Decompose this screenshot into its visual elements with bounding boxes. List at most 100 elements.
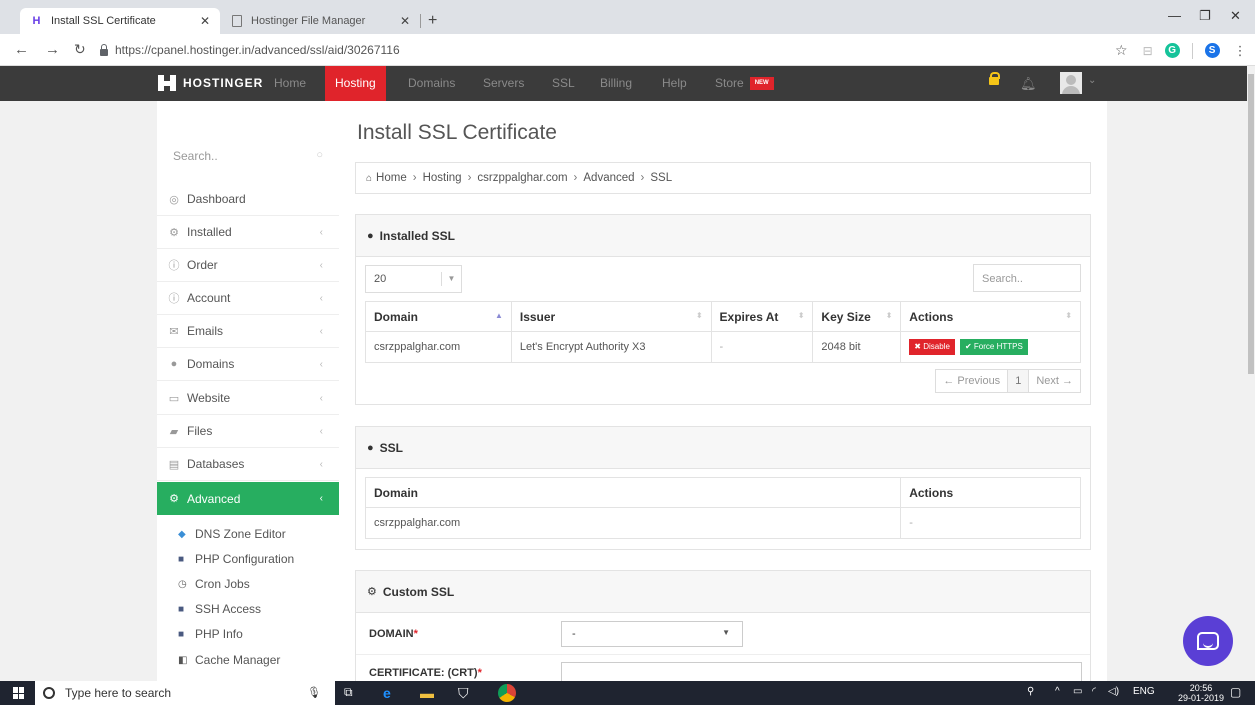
sidebar-item-website[interactable]: ▭ Website ‹ bbox=[157, 382, 339, 415]
edge-browser-icon[interactable]: e bbox=[383, 685, 391, 701]
scrollbar-thumb[interactable] bbox=[1248, 74, 1254, 374]
sidebar-subitem-cache-manager[interactable]: ◧ Cache Manager bbox=[178, 650, 280, 670]
network-icon[interactable]: ◜ bbox=[1092, 686, 1096, 697]
nav-store[interactable]: Store NEW bbox=[715, 66, 774, 101]
bookmark-star-icon[interactable]: ☆ bbox=[1115, 42, 1128, 59]
new-tab-button[interactable]: + bbox=[428, 12, 437, 30]
monitor-icon: ▭ bbox=[168, 392, 180, 405]
sidebar-item-account[interactable]: ⓘ Account ‹ bbox=[157, 282, 339, 315]
disable-button[interactable]: ✖ Disable bbox=[909, 339, 955, 355]
nav-help[interactable]: Help bbox=[662, 66, 687, 101]
column-header-key-size[interactable]: Key Size ⬍ bbox=[812, 301, 902, 332]
cell-actions: - bbox=[900, 507, 1081, 539]
breadcrumb-ssl: SSL bbox=[650, 172, 673, 184]
chevron-down-icon[interactable]: ⌄ bbox=[1088, 75, 1096, 86]
breadcrumb-home[interactable]: Home bbox=[376, 172, 407, 184]
taskbar-search-input[interactable]: Type here to search 🎙︎ bbox=[35, 681, 335, 705]
nav-ssl[interactable]: SSL bbox=[552, 66, 575, 101]
tray-chevron-up-icon[interactable]: ^ bbox=[1055, 686, 1060, 697]
extension-icon[interactable]: ⊟ bbox=[1143, 44, 1153, 58]
bell-icon[interactable]: 🔔︎ bbox=[1020, 76, 1037, 92]
address-bar: ← → ↻ https://cpanel.hostinger.in/advanc… bbox=[0, 34, 1255, 66]
nav-hosting[interactable]: Hosting bbox=[325, 66, 386, 107]
sidebar-item-emails[interactable]: ✉ Emails ‹ bbox=[157, 315, 339, 348]
people-icon[interactable]: ⚲ bbox=[1027, 686, 1034, 697]
chevron-left-icon: ‹ bbox=[319, 493, 323, 504]
grammarly-icon[interactable]: G bbox=[1164, 43, 1180, 58]
sidebar-subitem-php-info[interactable]: ■ PHP Info bbox=[178, 624, 243, 644]
tab-title: Hostinger File Manager bbox=[251, 15, 366, 27]
clock-date: 29-01-2019 bbox=[1178, 693, 1225, 703]
back-icon[interactable]: ← bbox=[14, 41, 29, 58]
notifications-icon[interactable]: ▢ bbox=[1230, 685, 1241, 699]
language-indicator[interactable]: ENG bbox=[1133, 686, 1155, 697]
column-header-expires[interactable]: Expires At ⬍ bbox=[710, 301, 814, 332]
microphone-icon[interactable]: 🎙︎ bbox=[307, 686, 321, 699]
cell-expires: - bbox=[710, 331, 814, 363]
close-window-icon[interactable]: ✕ bbox=[1230, 8, 1241, 24]
nav-home[interactable]: Home bbox=[274, 66, 306, 101]
breadcrumb-domain[interactable]: csrzppalghar.com bbox=[477, 172, 567, 184]
page-1-button[interactable]: 1 bbox=[1008, 370, 1030, 392]
tab-separator bbox=[420, 14, 421, 28]
forward-icon[interactable]: → bbox=[45, 41, 60, 58]
sidebar-search-input[interactable]: Search.. ○ bbox=[157, 141, 339, 171]
column-header-actions[interactable]: Actions ⬍ bbox=[900, 301, 1081, 332]
main-content: Install SSL Certificate ⌂ Home › Hosting… bbox=[339, 101, 1107, 692]
sidebar-item-order[interactable]: ⓘ Order ‹ bbox=[157, 249, 339, 282]
chrome-icon[interactable] bbox=[498, 684, 516, 702]
volume-icon[interactable]: ◁) bbox=[1108, 686, 1119, 697]
lock-icon[interactable] bbox=[989, 72, 1000, 85]
user-avatar[interactable] bbox=[1060, 72, 1082, 94]
sidebar-subitem-ssh-access[interactable]: ■ SSH Access bbox=[178, 599, 261, 619]
domain-select[interactable]: - ▼ bbox=[561, 621, 743, 647]
sidebar-item-databases[interactable]: ▤ Databases ‹ bbox=[157, 448, 339, 481]
browser-tab-active[interactable]: H Install SSL Certificate ✕ bbox=[20, 8, 220, 34]
minimize-icon[interactable]: — bbox=[1168, 8, 1181, 23]
nav-domains[interactable]: Domains bbox=[408, 66, 455, 101]
panel-title: Custom SSL bbox=[382, 584, 455, 599]
sidebar-item-advanced[interactable]: ⚙ Advanced ‹ bbox=[157, 482, 339, 515]
nav-billing[interactable]: Billing bbox=[600, 66, 632, 101]
previous-page-button[interactable]: ← Previous bbox=[936, 370, 1009, 392]
sidebar-item-dashboard[interactable]: ◎ Dashboard bbox=[157, 183, 339, 216]
browser-tab-strip: H Install SSL Certificate ✕ Hostinger Fi… bbox=[0, 0, 1255, 34]
url-field[interactable]: https://cpanel.hostinger.in/advanced/ssl… bbox=[100, 43, 400, 57]
page-scrollbar[interactable] bbox=[1247, 66, 1255, 681]
domain-label-text: DOMAIN bbox=[369, 628, 414, 640]
page-length-select[interactable]: 20 ▼ bbox=[365, 265, 462, 293]
sidebar-subitem-cron-jobs[interactable]: ◷ Cron Jobs bbox=[178, 574, 250, 594]
store-icon[interactable]: ⛉ bbox=[458, 685, 469, 702]
browser-tab-inactive[interactable]: Hostinger File Manager ✕ bbox=[220, 8, 420, 34]
task-view-icon[interactable]: ⧉ bbox=[344, 685, 353, 700]
sidebar-subitem-dns-zone-editor[interactable]: ◆ DNS Zone Editor bbox=[178, 524, 286, 544]
sidebar-item-installed[interactable]: ⚙ Installed ‹ bbox=[157, 216, 339, 249]
sidebar-item-domains[interactable]: ● Domains ‹ bbox=[157, 348, 339, 381]
close-tab-icon[interactable]: ✕ bbox=[400, 14, 410, 28]
battery-icon[interactable]: ▭ bbox=[1073, 686, 1082, 697]
table-header-row: Domain Actions bbox=[364, 477, 1081, 508]
sidebar-item-label: Databases bbox=[187, 457, 245, 471]
browser-menu-icon[interactable]: ⋮ bbox=[1234, 43, 1247, 59]
chat-launcher-button[interactable] bbox=[1183, 616, 1233, 666]
breadcrumb-hosting[interactable]: Hosting bbox=[423, 172, 462, 184]
breadcrumb-advanced[interactable]: Advanced bbox=[583, 172, 634, 184]
column-header-issuer[interactable]: Issuer ⬍ bbox=[510, 301, 712, 332]
force-https-button[interactable]: ✔ Force HTTPS bbox=[959, 339, 1028, 355]
sidebar-subitem-php-configuration[interactable]: ■ PHP Configuration bbox=[178, 549, 294, 569]
hostinger-logo[interactable]: HOSTINGER bbox=[158, 75, 263, 91]
info-icon: ⓘ bbox=[168, 293, 180, 305]
sidebar-subitem-label: Cron Jobs bbox=[195, 577, 250, 591]
windows-start-icon[interactable] bbox=[13, 687, 25, 699]
nav-servers[interactable]: Servers bbox=[483, 66, 524, 101]
profile-avatar-icon[interactable]: S bbox=[1204, 43, 1220, 58]
next-page-button[interactable]: Next → bbox=[1029, 370, 1080, 392]
system-clock[interactable]: 20:56 29-01-2019 bbox=[1178, 683, 1224, 703]
table-search-input[interactable]: Search.. bbox=[973, 264, 1081, 292]
column-header-domain[interactable]: Domain ▲ bbox=[365, 301, 512, 332]
reload-icon[interactable]: ↻ bbox=[74, 41, 86, 58]
sidebar-item-files[interactable]: ▰ Files ‹ bbox=[157, 415, 339, 448]
close-tab-icon[interactable]: ✕ bbox=[200, 14, 210, 28]
restore-icon[interactable]: ❐ bbox=[1199, 8, 1211, 24]
file-explorer-icon[interactable]: ▬ bbox=[420, 685, 434, 701]
